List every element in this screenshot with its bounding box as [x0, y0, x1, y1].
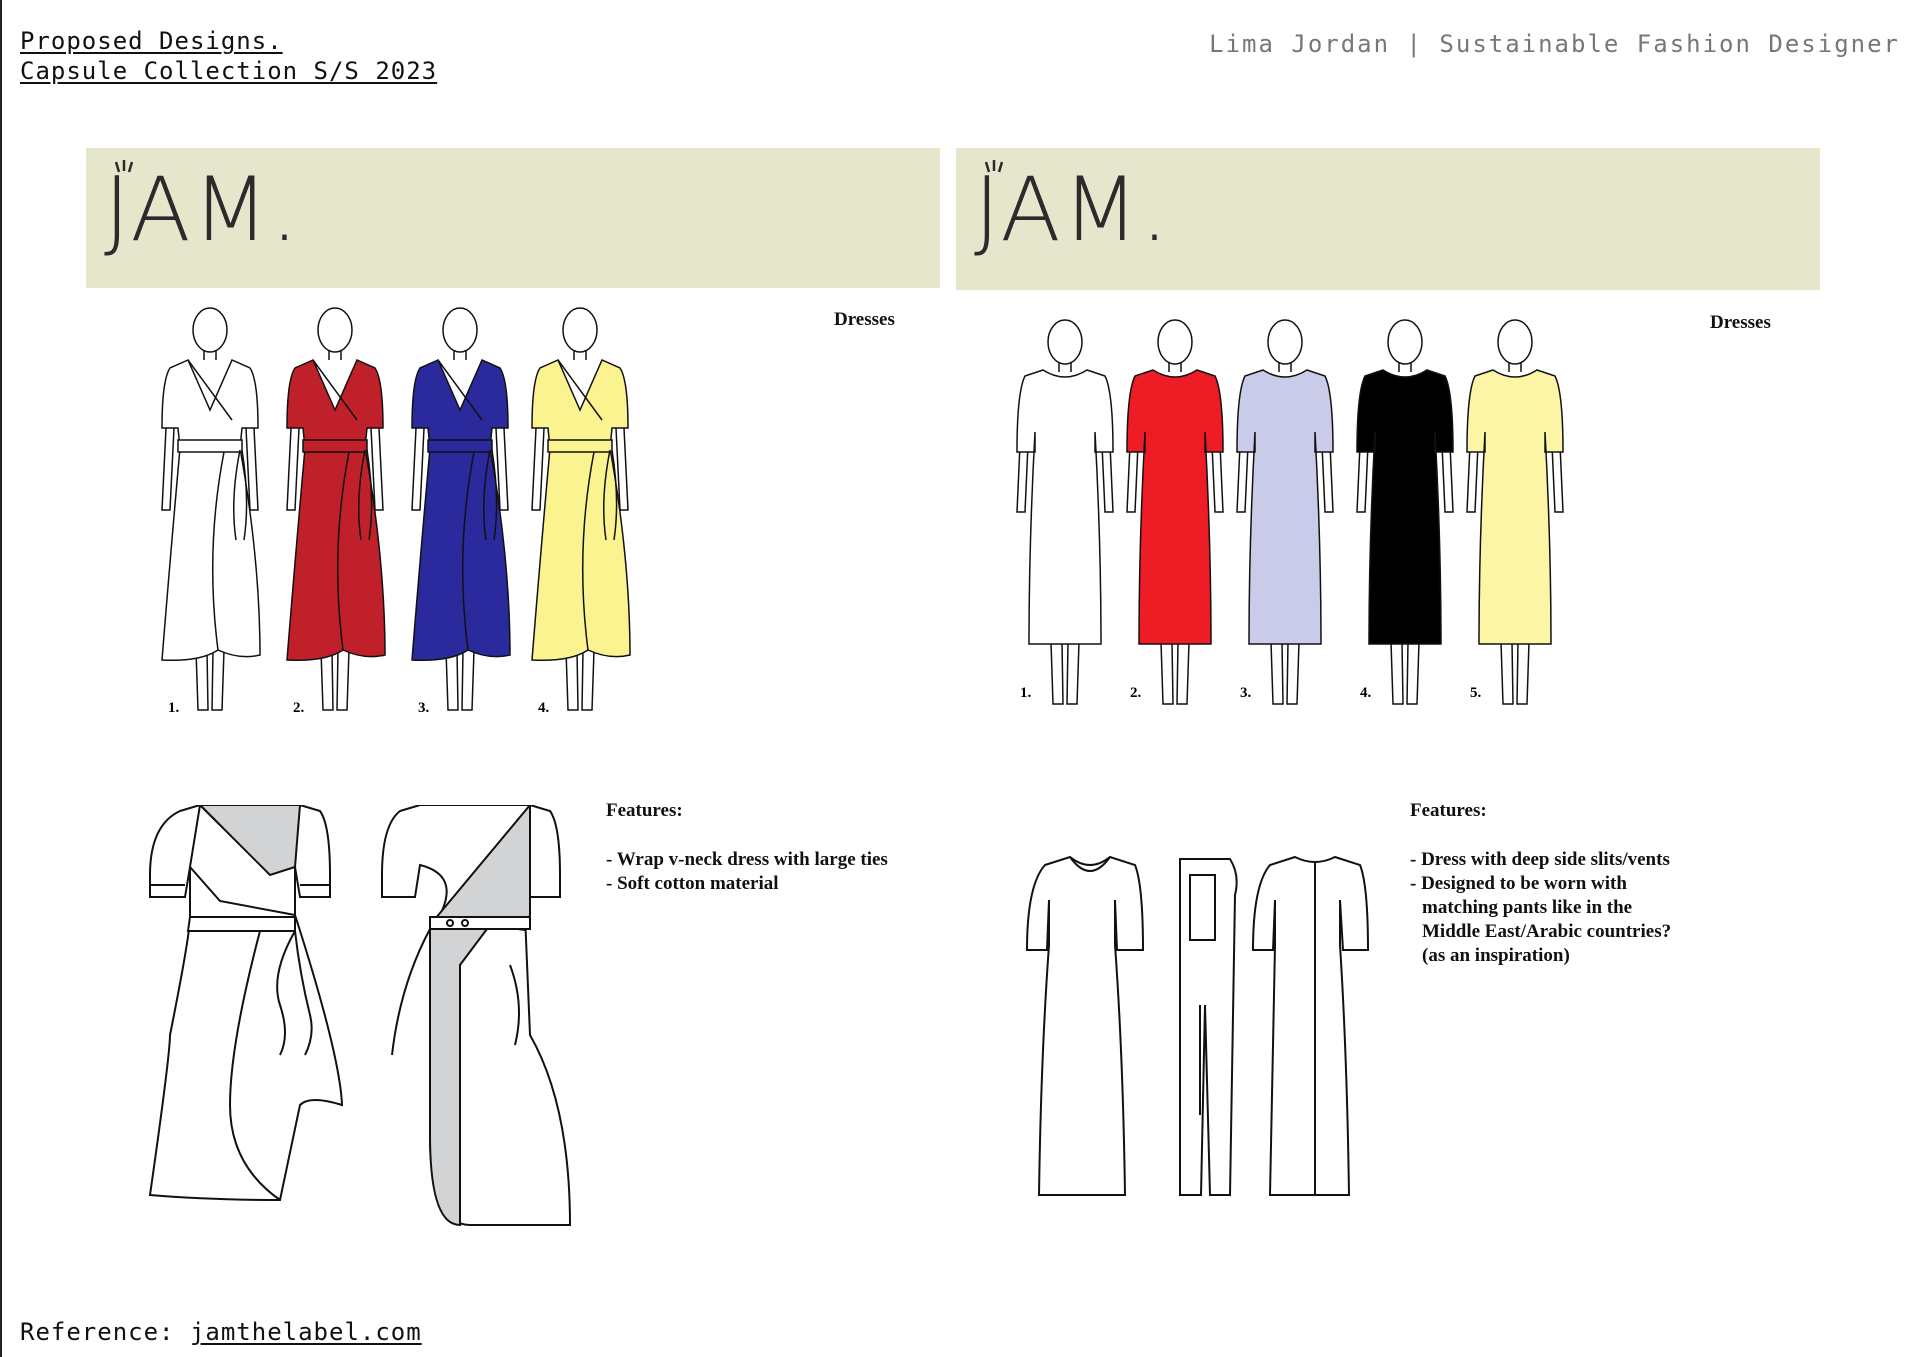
- page-edge: [0, 0, 2, 1357]
- shift-dress-colorways: 1. 2. 3. 4. 5.: [1016, 319, 1564, 705]
- shift-dress-colorway-5: [1466, 319, 1564, 705]
- shift-dress-back-flat: [1251, 855, 1370, 1196]
- wrap-dress-back-flat: [381, 805, 572, 1227]
- shift-dress-colorway-4: [1356, 319, 1454, 705]
- colorway-number: 4.: [1360, 685, 1372, 701]
- wrap-dress-front-flat: [148, 805, 344, 1202]
- reference-link[interactable]: jamthelabel.com: [190, 1318, 422, 1346]
- brand-banner-left: JAM.: [86, 148, 940, 288]
- colorway-number: 1.: [1020, 685, 1032, 701]
- page-title: Proposed Designs. Capsule Collection S/S…: [20, 26, 437, 86]
- shift-dress-front-flat: [1025, 855, 1145, 1196]
- brand-logo: JAM.: [104, 158, 301, 261]
- wrap-dress-colorway-2: [286, 307, 386, 711]
- reference-label: Reference:: [20, 1318, 190, 1346]
- brand-banner-right: JAM.: [956, 148, 1820, 290]
- features-list-right: - Dress with deep side slits/vents - Des…: [1410, 848, 1671, 968]
- colorway-number: 5.: [1470, 685, 1482, 701]
- features-title-right: Features:: [1410, 800, 1487, 821]
- shift-dress-colorway-2: [1126, 319, 1224, 705]
- colorway-number: 2.: [293, 700, 305, 716]
- category-label-left: Dresses: [834, 309, 895, 330]
- feature-item: - Wrap v-neck dress with large ties: [606, 849, 888, 870]
- feature-item: matching pants like in the: [1422, 897, 1633, 918]
- wrap-dress-colorway-1: [161, 307, 261, 711]
- colorway-number: 1.: [168, 700, 180, 716]
- feature-item: - Designed to be worn with: [1410, 873, 1627, 894]
- reference-line: Reference: jamthelabel.com: [20, 1318, 422, 1346]
- wrap-dress-colorway-4: [531, 307, 631, 711]
- title-line-2: Capsule Collection S/S 2023: [20, 57, 438, 85]
- feature-item: - Soft cotton material: [606, 873, 779, 894]
- wrap-dress-technical-flats: [148, 805, 572, 1227]
- colorway-number: 2.: [1130, 685, 1142, 701]
- category-label-right: Dresses: [1710, 312, 1771, 333]
- feature-item: Middle East/Arabic countries?: [1422, 921, 1672, 942]
- features-list-left: - Wrap v-neck dress with large ties - So…: [606, 848, 888, 896]
- title-line-1: Proposed Designs.: [20, 27, 283, 55]
- designer-credit: Lima Jordan | Sustainable Fashion Design…: [1209, 30, 1900, 58]
- shift-dress-colorway-3: [1236, 319, 1334, 705]
- features-title-left: Features:: [606, 800, 683, 821]
- wrap-dress-colorways: 1. 2. 3. 4.: [161, 307, 631, 716]
- colorway-number: 3.: [1240, 685, 1252, 701]
- feature-item: - Dress with deep side slits/vents: [1410, 849, 1670, 870]
- shift-dress-technical-flats: [1025, 855, 1370, 1196]
- brand-logo: JAM.: [974, 158, 1171, 261]
- colorway-number: 3.: [418, 700, 430, 716]
- wrap-dress-colorway-3: [411, 307, 511, 711]
- colorway-number: 4.: [538, 700, 550, 716]
- feature-item: (as an inspiration): [1422, 945, 1570, 966]
- pants-front-flat: [1179, 858, 1238, 1196]
- shift-dress-colorway-1: [1016, 319, 1114, 705]
